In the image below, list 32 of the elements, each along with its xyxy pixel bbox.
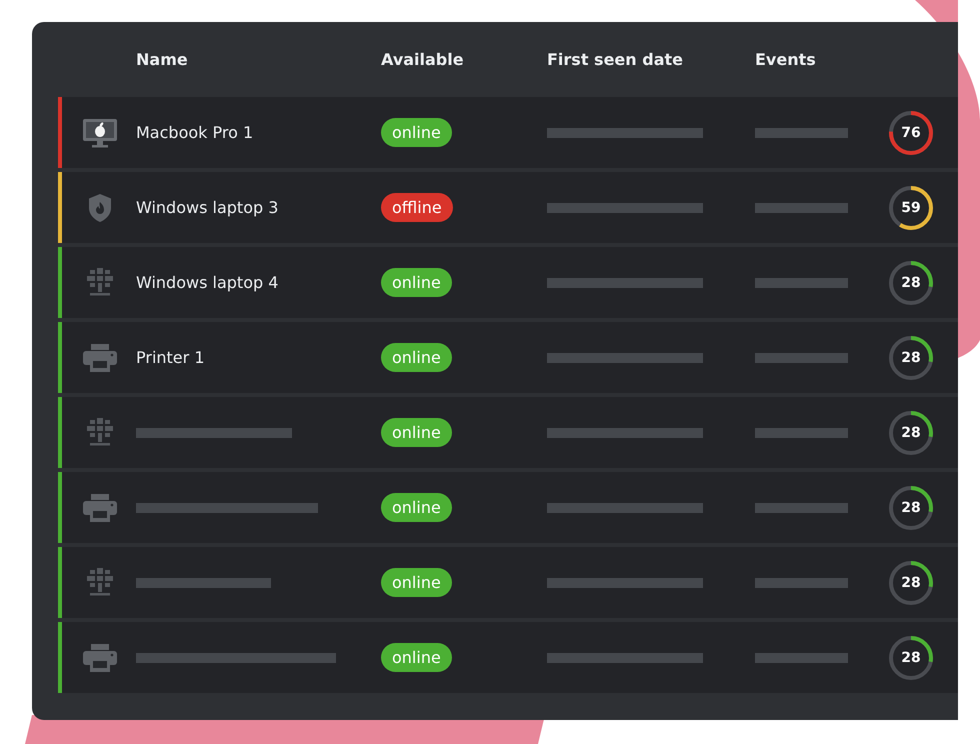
table-row[interactable]: Windows laptop 3 offline 59 bbox=[58, 172, 958, 243]
status-badge: online bbox=[381, 493, 452, 522]
score-ring: 28 bbox=[887, 334, 935, 382]
column-header: Name bbox=[136, 50, 189, 69]
status-badge: offline bbox=[381, 193, 453, 222]
score-ring: 28 bbox=[887, 484, 935, 532]
score-ring: 76 bbox=[887, 108, 935, 156]
column-header: First seen date bbox=[547, 50, 684, 69]
score-ring: 28 bbox=[887, 558, 935, 606]
status-badge: online bbox=[381, 118, 452, 147]
status-badge: online bbox=[381, 643, 452, 672]
status-badge: online bbox=[381, 343, 452, 372]
column-header: Events bbox=[755, 50, 817, 69]
status-badge: online bbox=[381, 268, 452, 297]
table-row[interactable]: online 28 bbox=[58, 622, 958, 693]
column-header: Available bbox=[381, 50, 465, 69]
score-ring: 28 bbox=[887, 634, 935, 682]
score-ring: 59 bbox=[887, 184, 935, 232]
device-name: Windows laptop 4 bbox=[136, 273, 280, 292]
table-row[interactable]: online 28 bbox=[58, 397, 958, 468]
table-row[interactable]: online 28 bbox=[58, 472, 958, 543]
device-name: Macbook Pro 1 bbox=[136, 123, 254, 142]
table-row[interactable]: Macbook Pro 1 online 76 bbox=[58, 97, 958, 168]
status-badge: online bbox=[381, 568, 452, 597]
table-row[interactable]: online 28 bbox=[58, 547, 958, 618]
status-badge: online bbox=[381, 418, 452, 447]
table-row[interactable]: Windows laptop 4 online 28 bbox=[58, 247, 958, 318]
device-name: Windows laptop 3 bbox=[136, 198, 280, 217]
score-ring: 28 bbox=[887, 258, 935, 306]
table-row[interactable]: Printer 1 online 28 bbox=[58, 322, 958, 393]
score-ring: 28 bbox=[887, 408, 935, 456]
device-name: Printer 1 bbox=[136, 348, 206, 367]
